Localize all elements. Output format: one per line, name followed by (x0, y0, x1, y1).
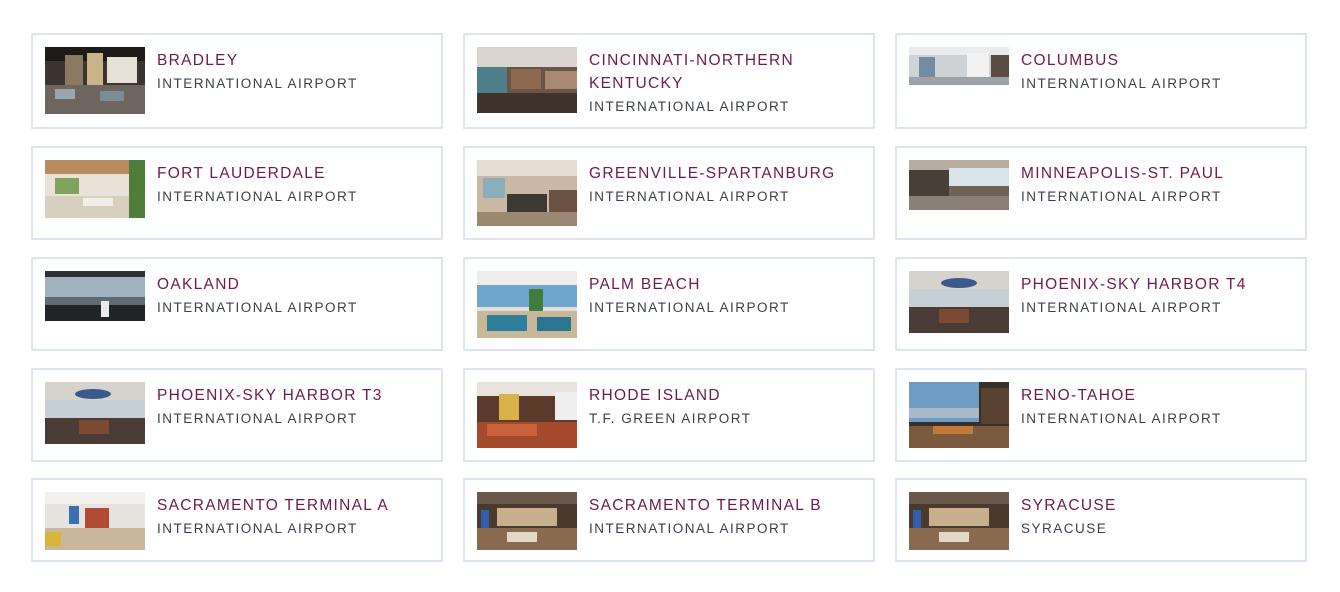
lounge-photo (909, 382, 1009, 448)
lounge-airport: INTERNATIONAL AIRPORT (589, 521, 790, 536)
lounge-airport: INTERNATIONAL AIRPORT (589, 300, 790, 315)
lounge-name: SYRACUSE (1021, 497, 1117, 514)
lounge-name: SACRAMENTO TERMINAL B (589, 497, 822, 514)
lounge-name: OAKLAND (157, 276, 241, 293)
lounge-name: PHOENIX-SKY HARBOR T4 (1021, 276, 1247, 293)
lounge-airport: INTERNATIONAL AIRPORT (1021, 76, 1222, 91)
lounge-name: RHODE ISLAND (589, 387, 721, 404)
lounge-card-rhode-island[interactable]: RHODE ISLAND T.F. GREEN AIRPORT (463, 368, 875, 462)
lounge-photo (477, 382, 577, 448)
lounge-airport: INTERNATIONAL AIRPORT (589, 99, 790, 114)
lounge-photo (45, 492, 145, 550)
lounge-name: PALM BEACH (589, 276, 701, 293)
lounge-airport: T.F. GREEN AIRPORT (589, 411, 752, 426)
lounge-card-fort-lauderdale[interactable]: FORT LAUDERDALE INTERNATIONAL AIRPORT (31, 146, 443, 240)
lounge-airport: SYRACUSE (1021, 521, 1108, 536)
lounge-card-columbus[interactable]: COLUMBUS INTERNATIONAL AIRPORT (895, 33, 1307, 129)
lounge-card-cincinnati[interactable]: CINCINNATI-NORTHERN KENTUCKY INTERNATION… (463, 33, 875, 129)
lounge-airport: INTERNATIONAL AIRPORT (589, 189, 790, 204)
lounge-airport: INTERNATIONAL AIRPORT (157, 189, 358, 204)
lounge-photo (909, 160, 1009, 210)
lounge-airport: INTERNATIONAL AIRPORT (1021, 189, 1222, 204)
lounge-card-reno-tahoe[interactable]: RENO-TAHOE INTERNATIONAL AIRPORT (895, 368, 1307, 462)
lounge-airport: INTERNATIONAL AIRPORT (157, 411, 358, 426)
lounge-name: RENO-TAHOE (1021, 387, 1137, 404)
lounge-name: COLUMBUS (1021, 52, 1120, 69)
lounge-photo (477, 160, 577, 226)
lounge-card-minneapolis[interactable]: MINNEAPOLIS-ST. PAUL INTERNATIONAL AIRPO… (895, 146, 1307, 240)
lounge-photo (909, 492, 1009, 550)
lounge-photo (45, 271, 145, 321)
lounge-photo (477, 492, 577, 550)
lounge-card-bradley[interactable]: BRADLEY INTERNATIONAL AIRPORT (31, 33, 443, 129)
lounge-card-phoenix-t4[interactable]: PHOENIX-SKY HARBOR T4 INTERNATIONAL AIRP… (895, 257, 1307, 351)
lounge-airport: INTERNATIONAL AIRPORT (1021, 411, 1222, 426)
lounge-name: MINNEAPOLIS-ST. PAUL (1021, 165, 1225, 182)
lounge-card-sacramento-a[interactable]: SACRAMENTO TERMINAL A INTERNATIONAL AIRP… (31, 478, 443, 562)
lounge-card-sacramento-b[interactable]: SACRAMENTO TERMINAL B INTERNATIONAL AIRP… (463, 478, 875, 562)
lounge-airport: INTERNATIONAL AIRPORT (1021, 300, 1222, 315)
lounge-card-greenville-spartanburg[interactable]: GREENVILLE-SPARTANBURG INTERNATIONAL AIR… (463, 146, 875, 240)
lounge-airport: INTERNATIONAL AIRPORT (157, 300, 358, 315)
lounge-photo (45, 47, 145, 114)
lounge-name: PHOENIX-SKY HARBOR T3 (157, 387, 383, 404)
lounge-airport: INTERNATIONAL AIRPORT (157, 521, 358, 536)
lounge-airport: INTERNATIONAL AIRPORT (157, 76, 358, 91)
lounge-photo (45, 160, 145, 218)
lounge-photo (477, 271, 577, 338)
lounge-photo (477, 47, 577, 113)
lounge-card-syracuse[interactable]: SYRACUSE SYRACUSE (895, 478, 1307, 562)
lounge-name: FORT LAUDERDALE (157, 165, 326, 182)
lounge-photo (909, 47, 1009, 85)
lounge-name: BRADLEY (157, 52, 239, 69)
lounge-photo (909, 271, 1009, 333)
lounge-name: CINCINNATI-NORTHERN KENTUCKY (589, 52, 794, 92)
lounge-name: SACRAMENTO TERMINAL A (157, 497, 390, 514)
lounge-card-oakland[interactable]: OAKLAND INTERNATIONAL AIRPORT (31, 257, 443, 351)
lounge-name: GREENVILLE-SPARTANBURG (589, 165, 836, 182)
lounge-card-phoenix-t3[interactable]: PHOENIX-SKY HARBOR T3 INTERNATIONAL AIRP… (31, 368, 443, 462)
lounge-grid: BRADLEY INTERNATIONAL AIRPORT CINCINNATI… (0, 0, 1340, 592)
lounge-photo (45, 382, 145, 444)
lounge-card-palm-beach[interactable]: PALM BEACH INTERNATIONAL AIRPORT (463, 257, 875, 351)
